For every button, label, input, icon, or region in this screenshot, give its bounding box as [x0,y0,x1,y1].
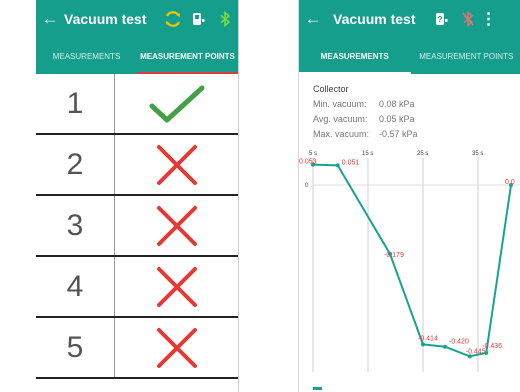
cross-icon [115,318,238,377]
data-label: -0.179 [384,252,404,259]
bluetooth-icon[interactable] [212,7,238,31]
cross-icon [115,196,238,255]
back-arrow-icon[interactable]: ← [299,9,327,29]
data-label: 0.0 [505,179,515,186]
app-bar: ← Vacuum test ? ⋮ [299,0,520,38]
data-label: -0.420 [449,339,469,346]
refresh-icon[interactable] [160,7,186,31]
check-icon [115,74,238,133]
point-number: 3 [36,196,115,255]
measurement-points-screen: ← Vacuum test MEASUREMENTS MEASUREMENT P… [36,0,239,392]
point-number: 1 [36,74,115,133]
tab-measurements[interactable]: MEASUREMENTS [299,38,411,74]
device-connection-icon[interactable]: ? [429,7,455,31]
tab-bar: MEASUREMENTS MEASUREMENT POINTS [299,38,520,74]
app-title: Vacuum test [64,11,147,27]
device-connection-icon[interactable] [186,7,212,31]
data-point [421,342,425,347]
max-vacuum-value: -0.57 kPa [379,129,418,139]
x-tick-label: 25 s [417,151,428,157]
app-title: Vacuum test [333,11,416,27]
legend-swatch [313,387,322,390]
point-number: 5 [36,318,115,377]
max-vacuum-label: Max. vacuum: [313,129,370,139]
collector-header: Collector [313,84,349,94]
y-tick-label: 0 [305,183,309,189]
avg-vacuum-value: 0.05 kPa [379,114,415,124]
bluetooth-off-icon[interactable] [455,7,481,31]
x-tick-label: 5 s [309,151,317,157]
cross-icon [115,257,238,316]
data-point [443,344,447,349]
point-number: 4 [36,257,115,316]
data-label: -0.414 [418,335,438,342]
tab-measurement-points[interactable]: MEASUREMENT POINTS [411,38,520,74]
tab-measurement-points[interactable]: MEASUREMENT POINTS [137,38,238,74]
vacuum-stats: Collector Min. vacuum: 0.08 kPa Avg. vacu… [299,74,520,142]
data-label: 0.051 [342,159,360,166]
overflow-menu-icon[interactable]: ⋮ [480,7,496,31]
measurements-screen: ← Vacuum test ? ⋮ MEASUREMENTS MEASUREME… [298,0,520,392]
min-vacuum-value: 0.08 kPa [379,99,415,109]
measurement-points-list: 1 2 3 4 5 [36,74,238,379]
x-tick-label: 15 s [362,151,373,157]
point-row[interactable]: 2 [36,135,238,196]
data-point [484,350,489,355]
data-point [335,163,340,168]
cross-icon [115,135,238,194]
data-label: 0.053 [299,159,317,166]
svg-text:?: ? [438,15,443,24]
point-row[interactable]: 3 [36,196,238,257]
vacuum-chart: 5 s 15 s 25 s 35 s 0 0.053 0.051 -0.179 -0.414 -0… [299,151,520,390]
series-line [312,163,512,358]
point-row[interactable]: 1 [36,74,238,135]
point-number: 2 [36,135,115,194]
app-bar: ← Vacuum test [36,0,238,38]
avg-vacuum-label: Avg. vacuum: [313,114,368,124]
data-label: -0.436 [482,343,502,350]
tab-measurements[interactable]: MEASUREMENTS [36,38,137,74]
tab-bar: MEASUREMENTS MEASUREMENT POINTS [36,38,238,74]
x-tick-label: 35 s [472,151,483,157]
min-vacuum-label: Min. vacuum: [313,99,367,109]
back-arrow-icon[interactable]: ← [36,9,64,29]
point-row[interactable]: 5 [36,318,238,379]
point-row[interactable]: 4 [36,257,238,318]
